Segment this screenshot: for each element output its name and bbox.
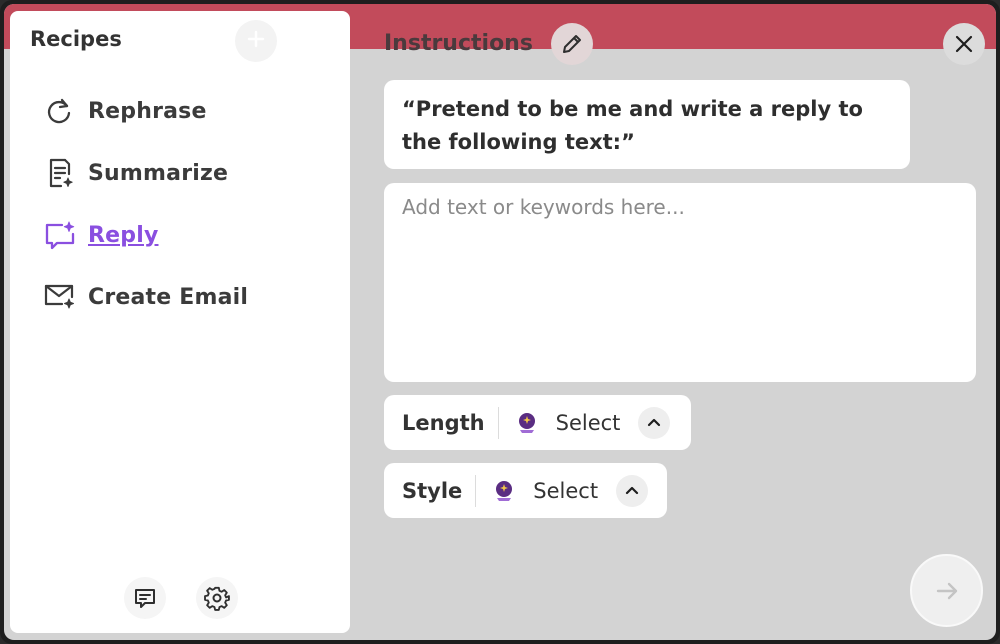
sidebar-item-label: Create Email <box>88 284 249 310</box>
length-select[interactable]: Length Select <box>384 395 691 450</box>
instructions-title: Instructions <box>384 31 533 56</box>
pencil-icon <box>563 35 581 53</box>
sidebar-title: Recipes <box>30 27 122 51</box>
plus-icon <box>247 30 265 48</box>
feedback-button[interactable] <box>124 577 166 619</box>
divider <box>475 474 477 507</box>
prompt-card: “Pretend to be me and write a reply to t… <box>384 80 910 169</box>
sidebar-item-rephrase[interactable]: Rephrase <box>44 91 248 131</box>
close-button[interactable] <box>943 23 985 65</box>
document-sparkle-icon <box>44 157 76 189</box>
settings-button[interactable] <box>196 577 238 619</box>
mail-sparkle-icon <box>44 281 76 313</box>
edit-instructions-button[interactable] <box>551 23 593 65</box>
sidebar-item-label: Reply <box>88 222 159 248</box>
style-label: Style <box>402 478 463 503</box>
gear-icon <box>204 586 230 611</box>
feedback-icon <box>135 589 155 608</box>
refresh-icon <box>44 95 76 127</box>
crystal-ball-icon <box>515 411 539 435</box>
divider <box>497 406 499 439</box>
send-button[interactable] <box>910 554 983 627</box>
sidebar-item-reply[interactable]: Reply <box>44 215 248 255</box>
length-label: Length <box>402 410 485 435</box>
arrow-right-icon <box>936 582 957 599</box>
close-icon <box>955 35 973 53</box>
sidebar-item-summarize[interactable]: Summarize <box>44 153 248 193</box>
length-value: Select <box>555 410 621 435</box>
chevron-up-icon[interactable] <box>616 474 649 507</box>
sidebar-footer <box>124 577 238 619</box>
keywords-input[interactable] <box>384 183 976 382</box>
sidebar-item-label: Summarize <box>88 160 229 186</box>
add-recipe-button[interactable] <box>235 20 277 62</box>
app-window: Instructions “Pretend to be me and write… <box>0 0 1000 644</box>
chat-sparkle-icon <box>44 219 76 251</box>
chevron-up-icon[interactable] <box>638 406 671 439</box>
style-select[interactable]: Style Select <box>384 463 667 518</box>
crystal-ball-icon <box>492 479 516 503</box>
recipes-sidebar: Recipes Rephrase Summarize Reply Create … <box>10 11 350 633</box>
recipe-menu: Rephrase Summarize Reply Create Email <box>44 91 248 339</box>
sidebar-item-label: Rephrase <box>88 98 207 124</box>
style-value: Select <box>533 478 599 503</box>
sidebar-item-create-email[interactable]: Create Email <box>44 277 248 317</box>
